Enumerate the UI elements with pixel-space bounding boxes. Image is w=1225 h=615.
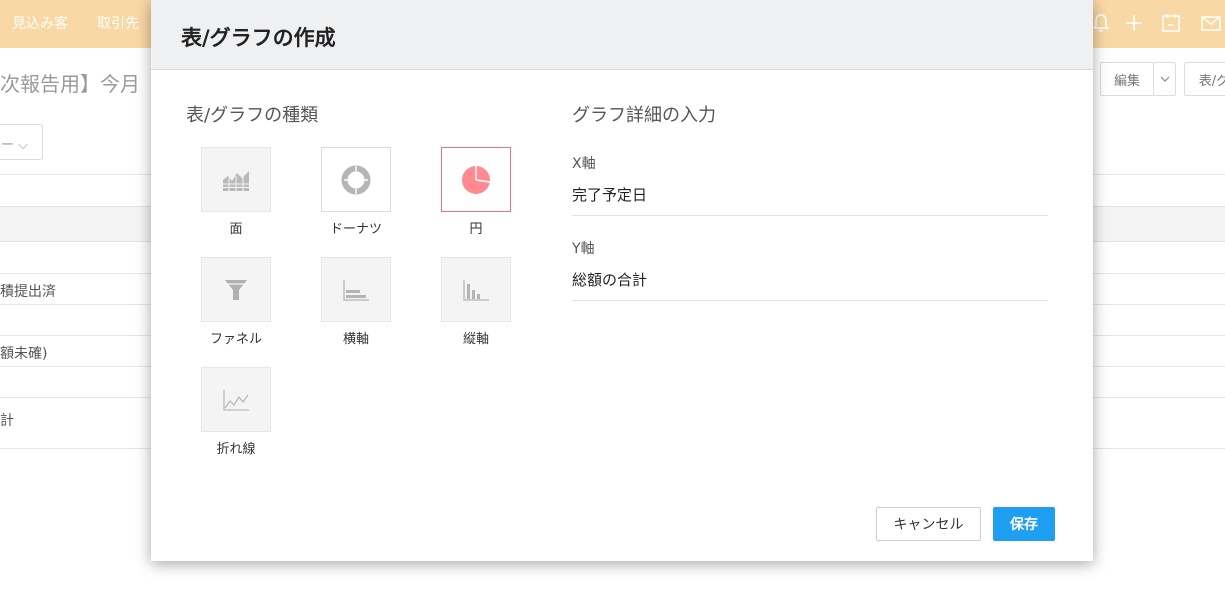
dialog-title: 表/グラフの作成 (181, 26, 336, 50)
chart-details-heading: グラフ詳細の入力 (572, 105, 716, 126)
chart-types-heading: 表/グラフの種類 (186, 105, 319, 126)
save-button[interactable]: 保存 (993, 507, 1055, 541)
y-axis-label: Y軸 (572, 241, 595, 257)
chart-type-area[interactable]: 面 (186, 147, 286, 257)
donut-chart-icon (341, 165, 371, 194)
chart-type-label: 縦軸 (462, 332, 489, 347)
area-chart-icon (223, 170, 249, 191)
chart-type-tile[interactable] (201, 257, 271, 322)
chart-type-tile[interactable] (321, 147, 391, 212)
dialog-header: 表/グラフの作成 (151, 0, 1093, 70)
x-axis-field[interactable]: 完了予定日 (572, 176, 1048, 216)
line-chart-icon (223, 389, 249, 411)
chart-type-tile[interactable] (201, 147, 271, 212)
chart-type-pie[interactable]: 円 (426, 147, 526, 257)
cancel-button[interactable]: キャンセル (876, 507, 981, 541)
chart-type-label: 横軸 (342, 332, 369, 347)
chart-type-label: ファネル (209, 332, 262, 347)
chart-type-vertical-bar[interactable]: 縦軸 (426, 257, 526, 367)
chart-type-label: 折れ線 (216, 442, 256, 457)
chart-type-label: ドーナツ (329, 222, 382, 237)
chart-type-funnel[interactable]: ファネル (186, 257, 286, 367)
chart-type-label: 面 (229, 222, 243, 237)
vertical-bar-chart-icon (463, 279, 489, 301)
chart-type-tile[interactable] (201, 367, 271, 432)
chart-type-tile[interactable] (441, 257, 511, 322)
chart-type-label: 円 (469, 222, 483, 237)
x-axis-label: X軸 (572, 156, 596, 172)
chart-type-donut[interactable]: ドーナツ (306, 147, 406, 257)
chart-type-line[interactable]: 折れ線 (186, 367, 286, 477)
chart-type-horizontal-bar[interactable]: 横軸 (306, 257, 406, 367)
chart-type-tile-selected[interactable] (441, 147, 511, 212)
chart-type-tile[interactable] (321, 257, 391, 322)
funnel-chart-icon (225, 279, 247, 300)
horizontal-bar-chart-icon (343, 279, 369, 301)
y-axis-field[interactable]: 総額の合計 (572, 261, 1048, 301)
pie-chart-icon (462, 165, 491, 194)
create-chart-dialog: 表/グラフの作成 表/グラフの種類 グラフ詳細の入力 面 ドーナツ 円 ファネル… (151, 0, 1093, 561)
